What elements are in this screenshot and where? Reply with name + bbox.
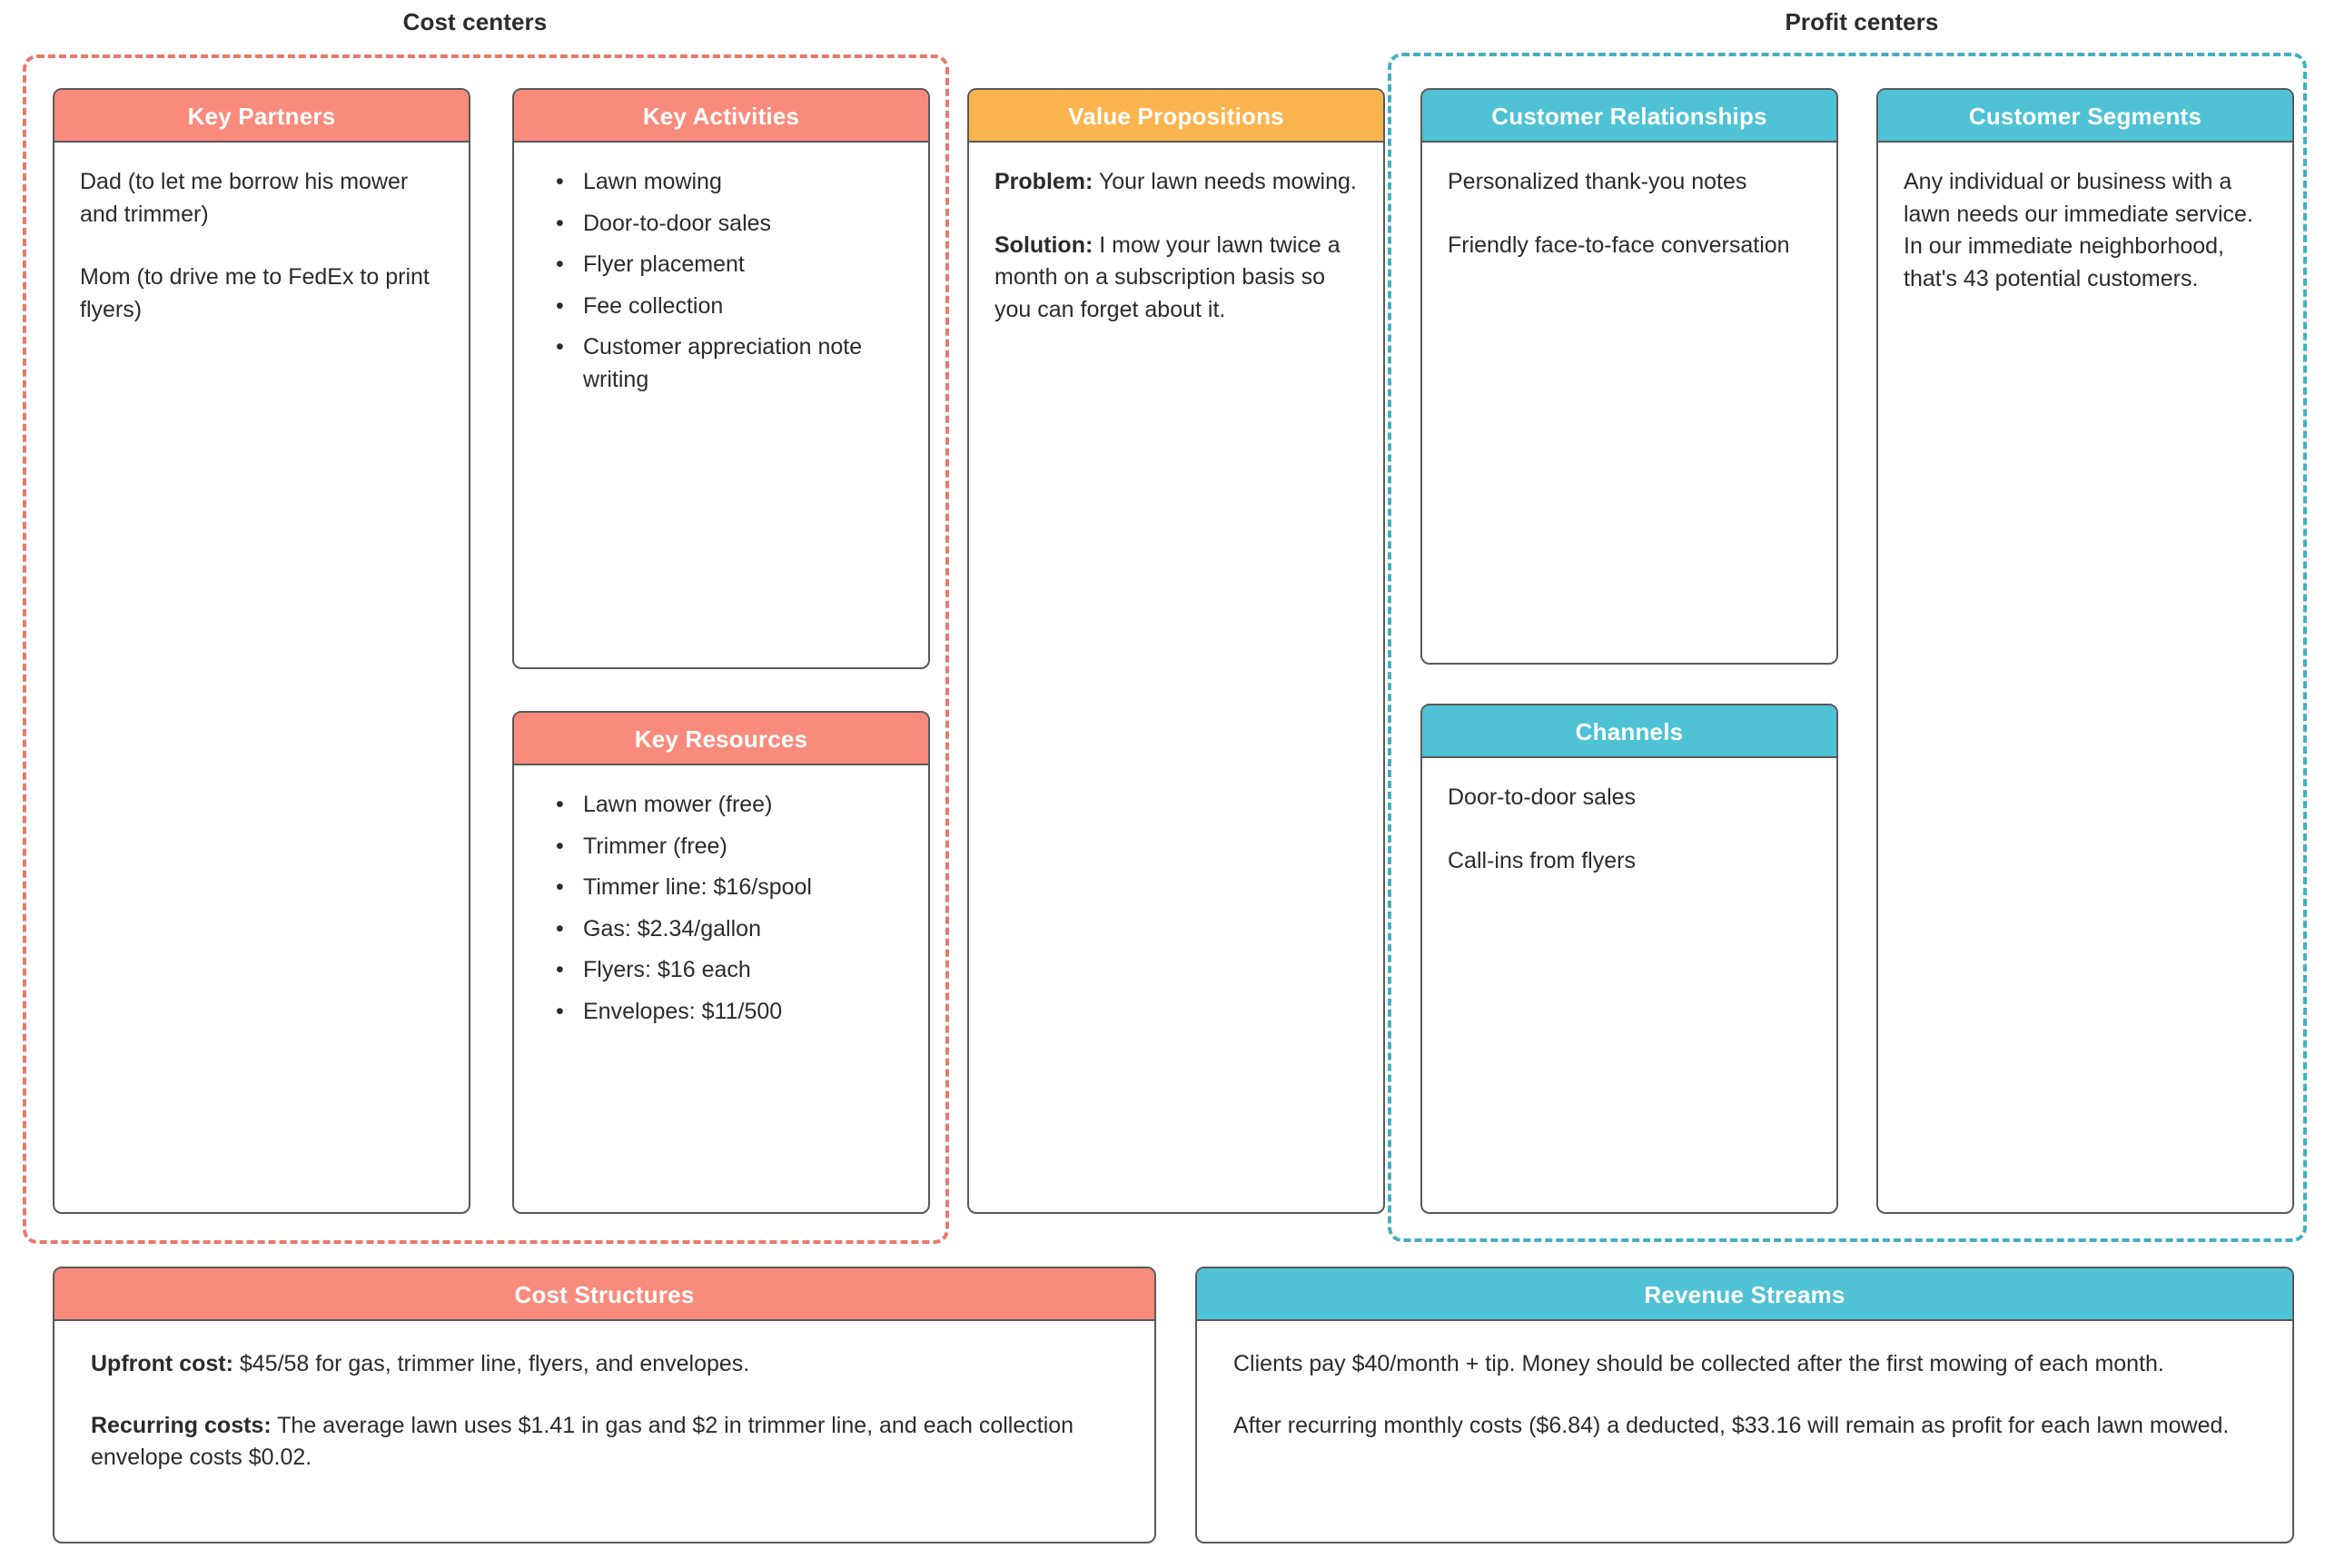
key-activities-list: Lawn mowing Door-to-door sales Flyer pla… xyxy=(539,166,903,396)
panel-revenue-streams[interactable]: Revenue Streams Clients pay $40/month + … xyxy=(1195,1267,2294,1543)
panel-key-activities[interactable]: Key Activities Lawn mowing Door-to-door … xyxy=(512,88,930,669)
panel-value-propositions-title: Value Propositions xyxy=(969,90,1383,143)
panel-key-resources[interactable]: Key Resources Lawn mower (free) Trimmer … xyxy=(512,711,930,1214)
list-item: Lawn mowing xyxy=(556,166,903,199)
panel-cost-structures[interactable]: Cost Structures Upfront cost: $45/58 for… xyxy=(53,1267,1156,1543)
panel-value-propositions-body: Problem: Your lawn needs mowing. Solutio… xyxy=(969,143,1383,1212)
key-resources-list: Lawn mower (free) Trimmer (free) Timmer … xyxy=(539,789,903,1028)
list-item: Timmer line: $16/spool xyxy=(556,872,903,904)
panel-customer-relationships-body: Personalized thank-you notes Friendly fa… xyxy=(1422,143,1836,663)
customer-segments-paragraph: Any individual or business with a lawn n… xyxy=(1904,169,2253,291)
list-item: Trimmer (free) xyxy=(556,831,903,863)
revenue-streams-paragraph: After recurring monthly costs ($6.84) a … xyxy=(1233,1412,2230,1438)
cost-structures-upfront: Upfront cost: $45/58 for gas, trimmer li… xyxy=(91,1348,1118,1381)
panel-revenue-streams-title: Revenue Streams xyxy=(1197,1268,2292,1321)
panel-key-activities-body: Lawn mowing Door-to-door sales Flyer pla… xyxy=(514,143,928,667)
cost-centers-group-label: Cost centers xyxy=(402,8,548,35)
panel-customer-segments-body: Any individual or business with a lawn n… xyxy=(1878,143,2292,1212)
panel-value-propositions[interactable]: Value Propositions Problem: Your lawn ne… xyxy=(967,88,1385,1214)
panel-customer-segments-title: Customer Segments xyxy=(1878,90,2292,143)
list-item: Door-to-door sales xyxy=(556,208,903,241)
panel-key-partners-title: Key Partners xyxy=(54,90,469,143)
list-item: Lawn mower (free) xyxy=(556,789,903,822)
value-proposition-solution: Solution: I mow your lawn twice a month … xyxy=(994,230,1358,327)
recurring-costs-label: Recurring costs: xyxy=(91,1412,272,1438)
customer-relationships-paragraph: Friendly face-to-face conversation xyxy=(1448,232,1790,258)
cost-structures-recurring: Recurring costs: The average lawn uses $… xyxy=(91,1410,1118,1474)
list-item: Flyer placement xyxy=(556,249,903,281)
panel-key-partners-body: Dad (to let me borrow his mower and trim… xyxy=(54,143,469,1212)
list-item: Gas: $2.34/gallon xyxy=(556,913,903,946)
key-partners-paragraph: Mom (to drive me to FedEx to print flyer… xyxy=(80,264,430,322)
profit-centers-group-label: Profit centers xyxy=(1785,8,1939,35)
panel-customer-relationships[interactable]: Customer Relationships Personalized than… xyxy=(1420,88,1838,665)
panel-channels-body: Door-to-door sales Call-ins from flyers xyxy=(1422,758,1836,1212)
value-proposition-problem: Problem: Your lawn needs mowing. xyxy=(994,166,1358,199)
customer-relationships-paragraph: Personalized thank-you notes xyxy=(1448,169,1747,194)
list-item: Customer appreciation note writing xyxy=(556,331,903,396)
panel-revenue-streams-body: Clients pay $40/month + tip. Money shoul… xyxy=(1197,1321,2292,1542)
solution-label: Solution: xyxy=(994,232,1093,258)
panel-customer-segments[interactable]: Customer Segments Any individual or busi… xyxy=(1876,88,2294,1214)
panel-key-partners[interactable]: Key Partners Dad (to let me borrow his m… xyxy=(53,88,470,1214)
upfront-cost-label: Upfront cost: xyxy=(91,1351,233,1376)
problem-label: Problem: xyxy=(994,169,1093,194)
list-item: Envelopes: $11/500 xyxy=(556,996,903,1029)
list-item: Flyers: $16 each xyxy=(556,954,903,987)
panel-channels[interactable]: Channels Door-to-door sales Call-ins fro… xyxy=(1420,704,1838,1214)
panel-channels-title: Channels xyxy=(1422,705,1836,758)
channels-paragraph: Door-to-door sales xyxy=(1448,784,1637,810)
channels-paragraph: Call-ins from flyers xyxy=(1448,847,1636,873)
upfront-cost-text: $45/58 for gas, trimmer line, flyers, an… xyxy=(232,1351,750,1376)
panel-key-activities-title: Key Activities xyxy=(514,90,928,143)
panel-key-resources-body: Lawn mower (free) Trimmer (free) Timmer … xyxy=(514,765,928,1212)
problem-text: Your lawn needs mowing. xyxy=(1093,169,1357,194)
panel-customer-relationships-title: Customer Relationships xyxy=(1422,90,1836,143)
key-partners-paragraph: Dad (to let me borrow his mower and trim… xyxy=(80,169,409,227)
revenue-streams-paragraph: Clients pay $40/month + tip. Money shoul… xyxy=(1233,1351,2164,1376)
panel-cost-structures-title: Cost Structures xyxy=(54,1268,1154,1321)
list-item: Fee collection xyxy=(556,291,903,323)
panel-cost-structures-body: Upfront cost: $45/58 for gas, trimmer li… xyxy=(54,1321,1154,1542)
panel-key-resources-title: Key Resources xyxy=(514,713,928,765)
